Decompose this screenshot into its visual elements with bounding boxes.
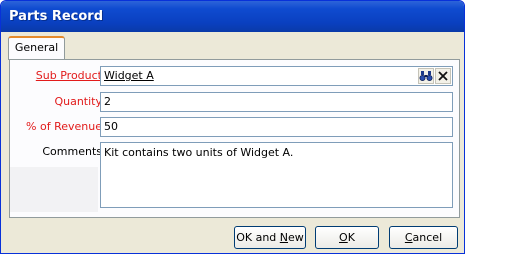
- quantity-label: Quantity: [54, 95, 102, 108]
- revenue-label: % of Revenue: [26, 120, 102, 133]
- cancel-button[interactable]: Cancel: [389, 226, 458, 249]
- sub-product-value: Widget A: [104, 69, 154, 82]
- ok-and-new-label-post: ew: [288, 231, 304, 244]
- ok-hotkey: O: [339, 231, 348, 244]
- parts-record-window: Parts Record General Sub Product Widget …: [0, 0, 465, 254]
- general-panel: Sub Product Widget A Quantity 2 % of Rev…: [9, 59, 460, 218]
- sub-product-label[interactable]: Sub Product: [36, 66, 102, 86]
- cancel-label-post: ancel: [412, 231, 443, 244]
- ok-and-new-hotkey: N: [279, 231, 289, 244]
- window-title: Parts Record: [9, 9, 104, 24]
- ok-and-new-label-pre: OK and: [236, 231, 280, 244]
- close-icon[interactable]: [435, 68, 451, 84]
- binoculars-icon[interactable]: [418, 68, 434, 84]
- quantity-field[interactable]: 2: [100, 92, 453, 112]
- comments-label: Comments: [42, 145, 102, 158]
- ok-button[interactable]: OK: [315, 226, 379, 249]
- ok-label-post: K: [347, 231, 355, 244]
- tab-general[interactable]: General: [8, 36, 65, 60]
- title-bar: Parts Record: [1, 1, 464, 32]
- ok-and-new-button[interactable]: OK and New: [234, 226, 306, 249]
- revenue-field[interactable]: 50: [100, 117, 453, 137]
- sub-product-field[interactable]: Widget A: [100, 66, 453, 86]
- cancel-hotkey: C: [404, 231, 413, 244]
- comments-field[interactable]: Kit contains two units of Widget A.: [100, 142, 453, 208]
- tab-general-label: General: [14, 41, 59, 54]
